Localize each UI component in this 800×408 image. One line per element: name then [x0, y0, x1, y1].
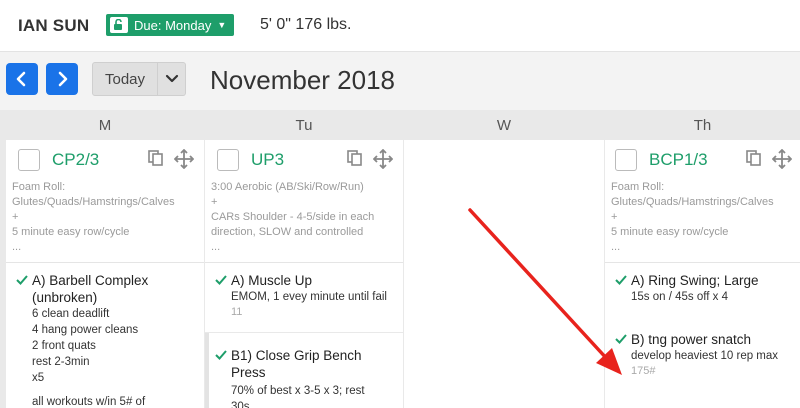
complete-checkbox[interactable]	[615, 149, 637, 171]
day-header: W	[496, 116, 512, 134]
day-column-thursday: Th BCP1/3 Foam Roll: Glutes/Quads/Hamstr…	[605, 110, 800, 408]
workout-card-header: CP2/3	[6, 140, 204, 178]
copy-icon[interactable]	[745, 149, 763, 167]
copy-icon[interactable]	[147, 149, 165, 167]
move-icon[interactable]	[373, 149, 393, 169]
workout-name[interactable]: BCP1/3	[649, 150, 708, 170]
exercise-a[interactable]: A) Barbell Complex (unbroken) 6 clean de…	[16, 272, 198, 408]
previous-button[interactable]	[6, 63, 38, 95]
day-body-empty[interactable]	[404, 140, 604, 408]
today-group: Today	[92, 62, 186, 96]
day-body: CP2/3 Foam Roll: Glutes/Quads/Hamstrings…	[6, 140, 204, 408]
athlete-name: IAN SUN	[18, 16, 90, 35]
calendar-grid: M CP2/3 Foam Roll: Glutes/Quads/Hamstrin…	[0, 110, 800, 408]
checkmark-icon	[615, 334, 627, 344]
move-icon[interactable]	[772, 149, 792, 169]
workout-card-group[interactable]: B1) Close Grip Bench Press 70% of best x…	[205, 333, 403, 408]
day-body: UP3 3:00 Aerobic (AB/Ski/Row/Run) + CARs…	[205, 140, 403, 408]
chevron-left-icon	[16, 71, 26, 87]
exercise-a[interactable]: A) Ring Swing; Large 15s on / 45s off x …	[615, 272, 794, 305]
warmup-notes: Foam Roll: Glutes/Quads/Hamstrings/Calve…	[12, 181, 175, 253]
workout-card-header: BCP1/3	[605, 140, 800, 178]
next-button[interactable]	[46, 63, 78, 95]
day-header: Tu	[295, 116, 313, 134]
chevron-down-icon	[165, 74, 178, 83]
month-title: November 2018	[210, 65, 395, 95]
day-column-monday: M CP2/3 Foam Roll: Glutes/Quads/Hamstrin…	[6, 110, 204, 408]
view-dropdown-button[interactable]	[158, 62, 186, 96]
due-dropdown[interactable]: Due: Monday ▼	[106, 14, 235, 36]
workout-card-header: UP3	[205, 140, 403, 178]
workout-card[interactable]: BCP1/3 Foam Roll: Glutes/Quads/Hamstring…	[605, 140, 800, 408]
warmup-notes: 3:00 Aerobic (AB/Ski/Row/Run) + CARs Sho…	[211, 181, 375, 253]
checkmark-icon	[16, 275, 28, 285]
due-label: Due: Monday	[134, 17, 212, 33]
divider	[6, 262, 204, 263]
calendar-toolbar: Today November 2018	[0, 52, 800, 110]
day-column-tuesday: Tu UP3 3:00 Aerobic (AB/Ski/Row/Run) + C…	[205, 110, 403, 408]
exercise-b1[interactable]: B1) Close Grip Bench Press 70% of best x…	[215, 347, 397, 408]
checkmark-icon	[615, 275, 627, 285]
day-column-wednesday: W	[404, 110, 604, 408]
athlete-stats: 5' 0" 176 lbs.	[260, 16, 352, 33]
divider	[205, 262, 403, 263]
day-body: BCP1/3 Foam Roll: Glutes/Quads/Hamstring…	[605, 140, 800, 408]
day-header: M	[98, 116, 112, 134]
workout-card[interactable]: CP2/3 Foam Roll: Glutes/Quads/Hamstrings…	[6, 140, 204, 408]
workout-name[interactable]: UP3	[251, 150, 284, 170]
complete-checkbox[interactable]	[217, 149, 239, 171]
divider	[605, 262, 800, 263]
complete-checkbox[interactable]	[18, 149, 40, 171]
workout-card[interactable]: UP3 3:00 Aerobic (AB/Ski/Row/Run) + CARs…	[205, 140, 403, 332]
today-button[interactable]: Today	[92, 62, 158, 96]
checkmark-icon	[215, 350, 227, 360]
copy-icon[interactable]	[346, 149, 364, 167]
exercise-b[interactable]: B) tng power snatch develop heaviest 10 …	[615, 331, 794, 379]
unlock-icon	[110, 17, 128, 33]
checkmark-icon	[215, 275, 227, 285]
day-header: Th	[693, 116, 712, 134]
caret-down-icon: ▼	[217, 20, 227, 30]
athlete-header: IAN SUN Due: Monday ▼ 5' 0" 176 lbs.	[0, 0, 800, 52]
warmup-notes: Foam Roll: Glutes/Quads/Hamstrings/Calve…	[611, 181, 774, 253]
chevron-right-icon	[58, 71, 68, 87]
workout-name[interactable]: CP2/3	[52, 150, 99, 170]
move-icon[interactable]	[174, 149, 194, 169]
exercise-a[interactable]: A) Muscle Up EMOM, 1 evey minute until f…	[215, 272, 397, 320]
